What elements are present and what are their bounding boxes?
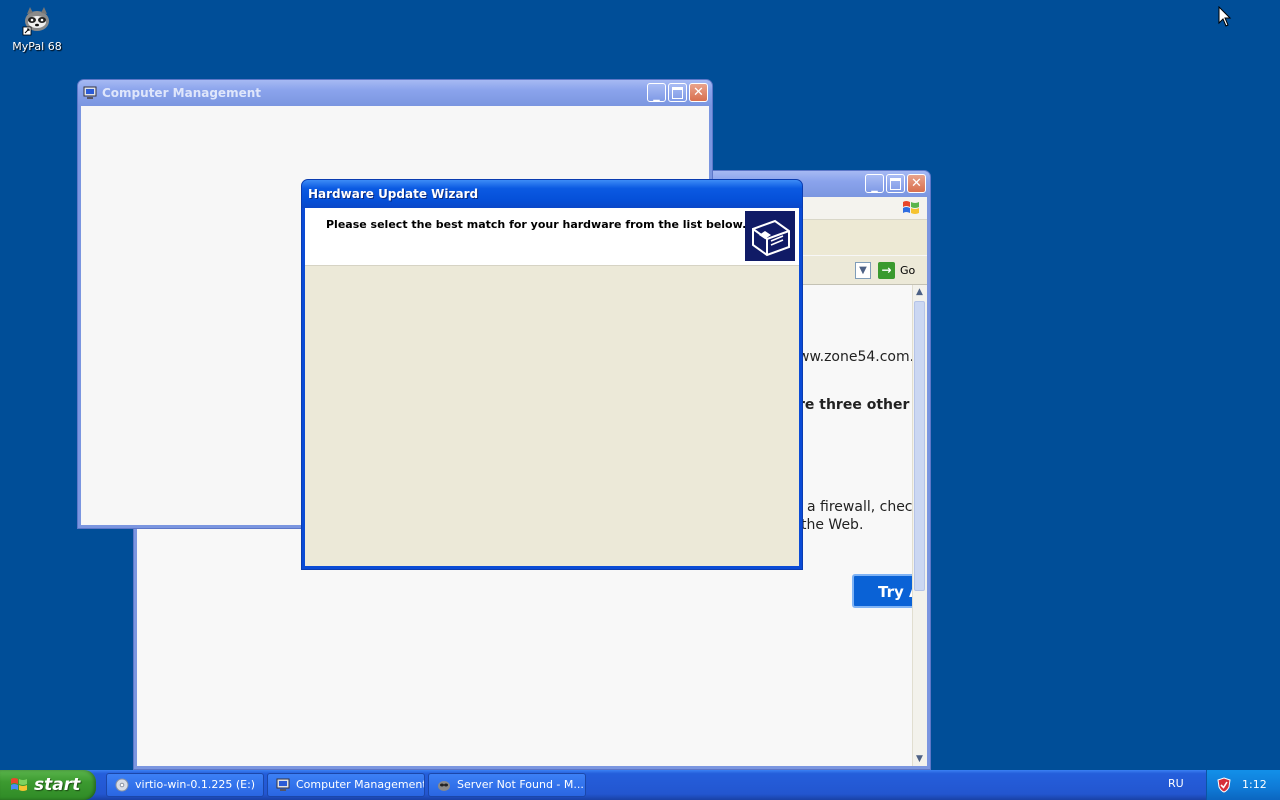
desktop-icon-mypal[interactable]: MyPal 68 (8, 4, 66, 53)
taskbar: start virtio-win-0.1.225 (E:) Computer M… (0, 770, 1280, 800)
windows-logo-icon (11, 778, 27, 791)
go-label: Go (900, 264, 916, 277)
taskbar-button-virtio[interactable]: virtio-win-0.1.225 (E:) (106, 773, 264, 797)
taskbar-button-computer-management[interactable]: Computer Management (267, 773, 425, 797)
computer-management-titlebar[interactable]: Computer Management _ ✕ (78, 80, 712, 106)
language-indicator[interactable]: RU (1168, 777, 1184, 790)
maximize-button[interactable] (886, 174, 905, 193)
windows-logo-icon (903, 201, 919, 214)
wizard-title: Hardware Update Wizard (308, 187, 479, 201)
minimize-icon: _ (871, 178, 878, 193)
try-again-label: Try A (878, 583, 913, 601)
computer-management-icon (83, 86, 97, 99)
hardware-icon (745, 211, 795, 261)
page-text-line-3: a firewall, check (807, 499, 913, 515)
raccoon-icon (21, 4, 53, 36)
go-button[interactable]: → Go (878, 261, 918, 280)
computer-management-icon (276, 778, 290, 791)
close-icon: ✕ (693, 85, 704, 100)
system-tray: 1:12 (1206, 770, 1280, 800)
scroll-thumb[interactable] (914, 301, 925, 591)
clock[interactable]: 1:12 (1242, 778, 1267, 791)
scroll-down-button[interactable]: ▼ (913, 752, 926, 766)
start-button[interactable]: start (0, 770, 96, 800)
wizard-client: Please select the best match for your ha… (305, 208, 799, 566)
close-button[interactable]: ✕ (907, 174, 926, 193)
minimize-button[interactable]: _ (865, 174, 884, 193)
wizard-titlebar[interactable]: Hardware Update Wizard (302, 180, 802, 208)
scroll-up-button[interactable]: ▲ (913, 285, 926, 299)
vertical-scrollbar[interactable]: ▲ ▼ (912, 285, 927, 766)
minimize-icon: _ (653, 87, 660, 102)
desktop-icon-label: MyPal 68 (12, 40, 62, 53)
page-text-line-1: ww.zone54.com. (798, 349, 913, 365)
window-title: Computer Management (102, 86, 261, 100)
try-again-button[interactable]: Try A (852, 574, 913, 608)
taskbar-button-browser[interactable]: Server Not Found - M... (428, 773, 586, 797)
close-icon: ✕ (911, 176, 922, 191)
taskbar-button-label: virtio-win-0.1.225 (E:) (135, 778, 256, 791)
maximize-icon (669, 84, 686, 101)
wizard-instruction: Please select the best match for your ha… (326, 218, 747, 231)
address-dropdown-button[interactable]: ▼ (855, 262, 871, 279)
taskbar-button-label: Computer Management (296, 778, 425, 791)
mouse-cursor-icon (1218, 6, 1232, 27)
maximize-button[interactable] (668, 83, 687, 102)
maximize-icon (887, 175, 904, 192)
security-shield-icon[interactable] (1217, 777, 1231, 793)
taskbar-button-label: Server Not Found - M... (457, 778, 584, 791)
minimize-button[interactable]: _ (647, 83, 666, 102)
page-text-line-2: re three other (798, 397, 910, 413)
go-arrow-icon: → (878, 262, 895, 279)
chevron-down-icon: ▼ (859, 265, 867, 276)
page-text-line-4: the Web. (801, 517, 864, 533)
wizard-header: Please select the best match for your ha… (305, 208, 799, 266)
start-label: start (34, 775, 81, 795)
hardware-update-wizard-window[interactable]: Hardware Update Wizard Please select the… (301, 179, 803, 570)
browser-icon (438, 781, 450, 791)
cd-drive-icon (115, 778, 129, 792)
close-button[interactable]: ✕ (689, 83, 708, 102)
